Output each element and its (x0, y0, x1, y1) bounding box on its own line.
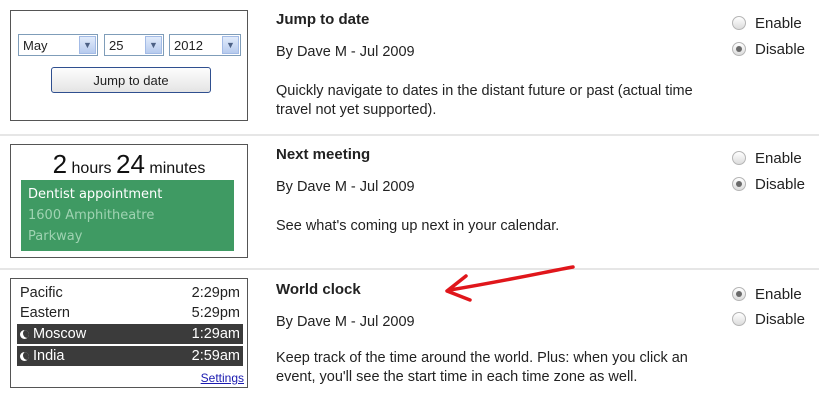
clock-row-india: India 2:59am (17, 346, 243, 366)
enable-radio-jump-to-date[interactable]: Enable (732, 13, 802, 33)
gadget-byline: By Dave M - Jul 2009 (276, 179, 415, 195)
moon-icon (20, 329, 29, 339)
radio-icon (732, 16, 746, 30)
minutes-value: 24 (116, 149, 145, 179)
meeting-countdown: 2 hours 24 minutes (11, 149, 247, 180)
chevron-down-icon: ▼ (222, 36, 239, 54)
gadget-title-jump-to-date: Jump to date (276, 11, 370, 28)
month-select[interactable]: May ▼ (18, 34, 98, 56)
gadget-byline: By Dave M - Jul 2009 (276, 314, 415, 330)
zone-time: 5:29pm (191, 305, 240, 321)
clock-row-eastern: Eastern 5:29pm (17, 303, 243, 323)
settings-link[interactable]: Settings (201, 371, 244, 385)
zone-time: 2:29pm (191, 285, 240, 301)
event-location-line2: Parkway (28, 229, 83, 244)
enable-radio-next-meeting[interactable]: Enable (732, 148, 802, 168)
day-value: 25 (109, 37, 124, 53)
hours-value: 2 (52, 149, 68, 179)
radio-icon (732, 151, 746, 165)
zone-name: Eastern (20, 305, 70, 321)
row-divider (0, 134, 819, 136)
gadget-byline: By Dave M - Jul 2009 (276, 44, 415, 60)
enable-label: Enable (755, 14, 802, 32)
minutes-unit: minutes (149, 160, 206, 177)
radio-selected-icon (732, 42, 746, 56)
zone-name: Pacific (20, 285, 63, 301)
jump-to-date-preview: May ▼ 25 ▼ 2012 ▼ Jump to date (10, 10, 248, 121)
zone-name: Moscow (33, 326, 87, 342)
gadget-description: See what's coming up next in your calend… (276, 218, 560, 234)
row-divider (0, 268, 819, 270)
year-value: 2012 (174, 37, 203, 53)
gadget-title-next-meeting: Next meeting (276, 146, 371, 163)
disable-radio-world-clock[interactable]: Disable (732, 309, 805, 329)
chevron-down-icon: ▼ (79, 36, 96, 54)
chevron-down-icon: ▼ (145, 36, 162, 54)
disable-label: Disable (755, 310, 806, 328)
enable-label: Enable (755, 285, 802, 303)
radio-icon (732, 312, 746, 326)
clock-row-pacific: Pacific 2:29pm (17, 283, 243, 303)
zone-time: 1:29am (191, 326, 240, 342)
disable-label: Disable (755, 175, 806, 193)
enable-label: Enable (755, 149, 802, 167)
red-arrow-icon (445, 265, 575, 302)
gadget-title-world-clock: World clock (276, 281, 361, 298)
year-select[interactable]: 2012 ▼ (169, 34, 241, 56)
event-title: Dentist appointment (28, 187, 163, 202)
next-meeting-preview: 2 hours 24 minutes Dentist appointment 1… (10, 144, 248, 258)
jump-to-date-button[interactable]: Jump to date (51, 67, 211, 93)
moon-icon (20, 351, 29, 361)
event-location-line1: 1600 Amphitheatre (28, 208, 155, 223)
hours-unit: hours (71, 160, 112, 177)
zone-name: India (33, 348, 65, 364)
enable-radio-world-clock[interactable]: Enable (732, 284, 802, 304)
clock-row-moscow: Moscow 1:29am (17, 324, 243, 344)
gadget-description: Keep track of the time around the world.… (276, 350, 688, 385)
meeting-event-card[interactable]: Dentist appointment 1600 Amphitheatre Pa… (21, 180, 234, 251)
radio-selected-icon (732, 177, 746, 191)
month-value: May (23, 37, 48, 53)
zone-time: 2:59am (191, 348, 240, 364)
day-select[interactable]: 25 ▼ (104, 34, 164, 56)
gadget-description: Quickly navigate to dates in the distant… (276, 83, 693, 118)
world-clock-preview: Pacific 2:29pm Eastern 5:29pm Moscow 1:2… (10, 278, 248, 388)
radio-selected-icon (732, 287, 746, 301)
disable-radio-next-meeting[interactable]: Disable (732, 174, 805, 194)
disable-radio-jump-to-date[interactable]: Disable (732, 39, 805, 59)
disable-label: Disable (755, 40, 806, 58)
